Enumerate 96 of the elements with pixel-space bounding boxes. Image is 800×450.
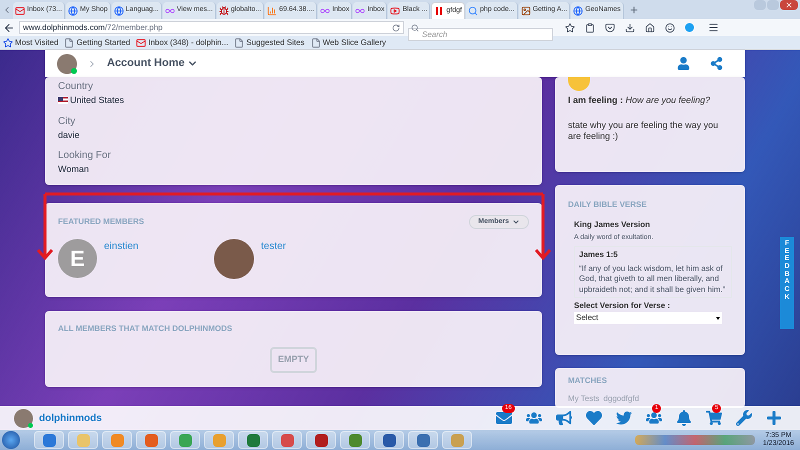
bird-icon xyxy=(616,410,632,426)
grinning-emoji-icon xyxy=(568,77,590,91)
toolbar-button[interactable] xyxy=(495,410,512,426)
toolbar-button[interactable] xyxy=(765,410,782,426)
section-title: ALL MEMBERS THAT MATCH DOLPHINMODS xyxy=(58,323,234,335)
bookmark-link[interactable]: Getting Started xyxy=(64,36,130,48)
user-icon[interactable] xyxy=(677,57,690,70)
toolbar-button[interactable] xyxy=(525,410,542,426)
verse-reference: James 1:5 xyxy=(579,248,619,260)
down-arrow xyxy=(37,192,53,262)
new-tab-icon[interactable] xyxy=(628,5,639,15)
url-field[interactable]: www.dolphinmods.com/72/member.php xyxy=(19,21,404,34)
share-icon[interactable] xyxy=(710,57,723,70)
home-icon[interactable] xyxy=(645,22,655,32)
page-icon xyxy=(234,38,244,48)
smiley-icon[interactable] xyxy=(665,22,675,32)
menu-icon[interactable] xyxy=(708,22,719,33)
users-icon xyxy=(646,410,662,426)
account-home-menu[interactable]: Account Home xyxy=(107,55,198,72)
plus-icon xyxy=(766,410,782,426)
app-taskbar-icon[interactable] xyxy=(34,431,64,449)
close-icon xyxy=(785,1,793,9)
caret-icon xyxy=(716,316,720,320)
star-icon xyxy=(3,38,13,48)
field-label: Looking For xyxy=(58,149,112,163)
search-icon xyxy=(411,24,419,32)
section-title: FEATURED MEMBERS xyxy=(58,216,144,228)
down-arrow xyxy=(535,192,551,262)
mail-icon xyxy=(496,410,512,426)
bookmark-link[interactable]: Suggested Sites xyxy=(234,36,305,48)
search-field[interactable]: Search xyxy=(408,28,553,41)
select-label: Select Version for Verse : xyxy=(574,300,672,312)
app-taskbar-icon[interactable] xyxy=(136,431,166,449)
version-title: King James Version xyxy=(574,219,652,231)
field-label: City xyxy=(58,114,76,128)
close-button[interactable] xyxy=(780,0,798,10)
chart-icon xyxy=(267,6,278,16)
toolbar-button[interactable] xyxy=(705,410,722,426)
toolbar-button[interactable] xyxy=(585,410,602,426)
megaphone-icon xyxy=(556,410,572,426)
bars-icon xyxy=(434,6,444,16)
avatar[interactable] xyxy=(14,408,33,428)
download-icon[interactable] xyxy=(625,22,635,32)
app-taskbar-icon[interactable] xyxy=(374,431,404,449)
empty-badge: EMPTY xyxy=(270,347,317,372)
star-icon[interactable] xyxy=(565,22,575,32)
section-title: DAILY BIBLE VERSE xyxy=(568,199,648,211)
toolbar-button[interactable] xyxy=(675,410,692,426)
search-icon xyxy=(468,6,478,16)
app-taskbar-icon[interactable] xyxy=(306,431,336,449)
reload-icon[interactable] xyxy=(392,24,400,32)
caret-icon xyxy=(512,218,520,226)
mail-icon xyxy=(15,6,25,16)
toolbar-button[interactable] xyxy=(555,410,572,426)
bug-icon xyxy=(218,6,229,16)
bookmark-link[interactable]: Inbox (348) - dolphin... xyxy=(136,36,228,48)
users-icon xyxy=(526,410,542,426)
toolbar-button[interactable] xyxy=(735,410,752,426)
bookmark-link[interactable]: Most Visited xyxy=(3,36,58,48)
app-taskbar-icon[interactable] xyxy=(408,431,438,449)
username-link[interactable]: dolphinmods xyxy=(39,410,102,426)
feeling-text: I am feeling : How are you feeling? xyxy=(568,94,712,107)
avatar[interactable] xyxy=(57,54,77,74)
bell-icon xyxy=(676,410,692,426)
clipboard-icon[interactable] xyxy=(585,22,595,32)
field-value: davie xyxy=(58,128,80,142)
pocket-icon[interactable] xyxy=(605,22,615,32)
bookmark-link[interactable]: Web Slice Gallery xyxy=(310,36,386,48)
app-taskbar-icon[interactable] xyxy=(170,431,200,449)
start-button[interactable] xyxy=(2,431,20,449)
field-label: Country xyxy=(58,80,94,94)
avatar-photo-placeholder[interactable] xyxy=(214,239,254,279)
globe-icon xyxy=(68,6,78,16)
toolbar-button[interactable] xyxy=(615,410,632,426)
app-taskbar-icon[interactable] xyxy=(238,431,268,449)
feeling-reason: state why you are feeling the way you are feeling :) xyxy=(568,120,720,142)
heart-icon xyxy=(586,410,602,426)
globe-icon xyxy=(114,6,124,16)
flag-icon xyxy=(58,97,68,104)
section-title: MATCHES xyxy=(568,375,608,387)
mail-icon xyxy=(136,38,146,48)
video-icon xyxy=(390,6,400,16)
wrench-icon xyxy=(736,410,752,426)
toolbar-button[interactable] xyxy=(645,410,662,426)
field-value: United States xyxy=(70,94,124,107)
globe-icon xyxy=(573,6,584,16)
version-select[interactable]: Select xyxy=(574,312,722,324)
page-icon xyxy=(64,38,74,48)
verse-text: “If any of you lack wisdom, let him ask of God, that giveth to all men liberally, and upbraideth not; and it shall be given him.” xyxy=(579,264,726,295)
app-taskbar-icon[interactable] xyxy=(272,431,302,449)
field-value: Woman xyxy=(58,163,89,176)
app-taskbar-icon[interactable] xyxy=(340,431,370,449)
back-icon[interactable] xyxy=(3,22,15,34)
page-icon xyxy=(310,38,321,48)
photo-icon xyxy=(520,6,531,16)
cart-icon xyxy=(706,410,722,426)
